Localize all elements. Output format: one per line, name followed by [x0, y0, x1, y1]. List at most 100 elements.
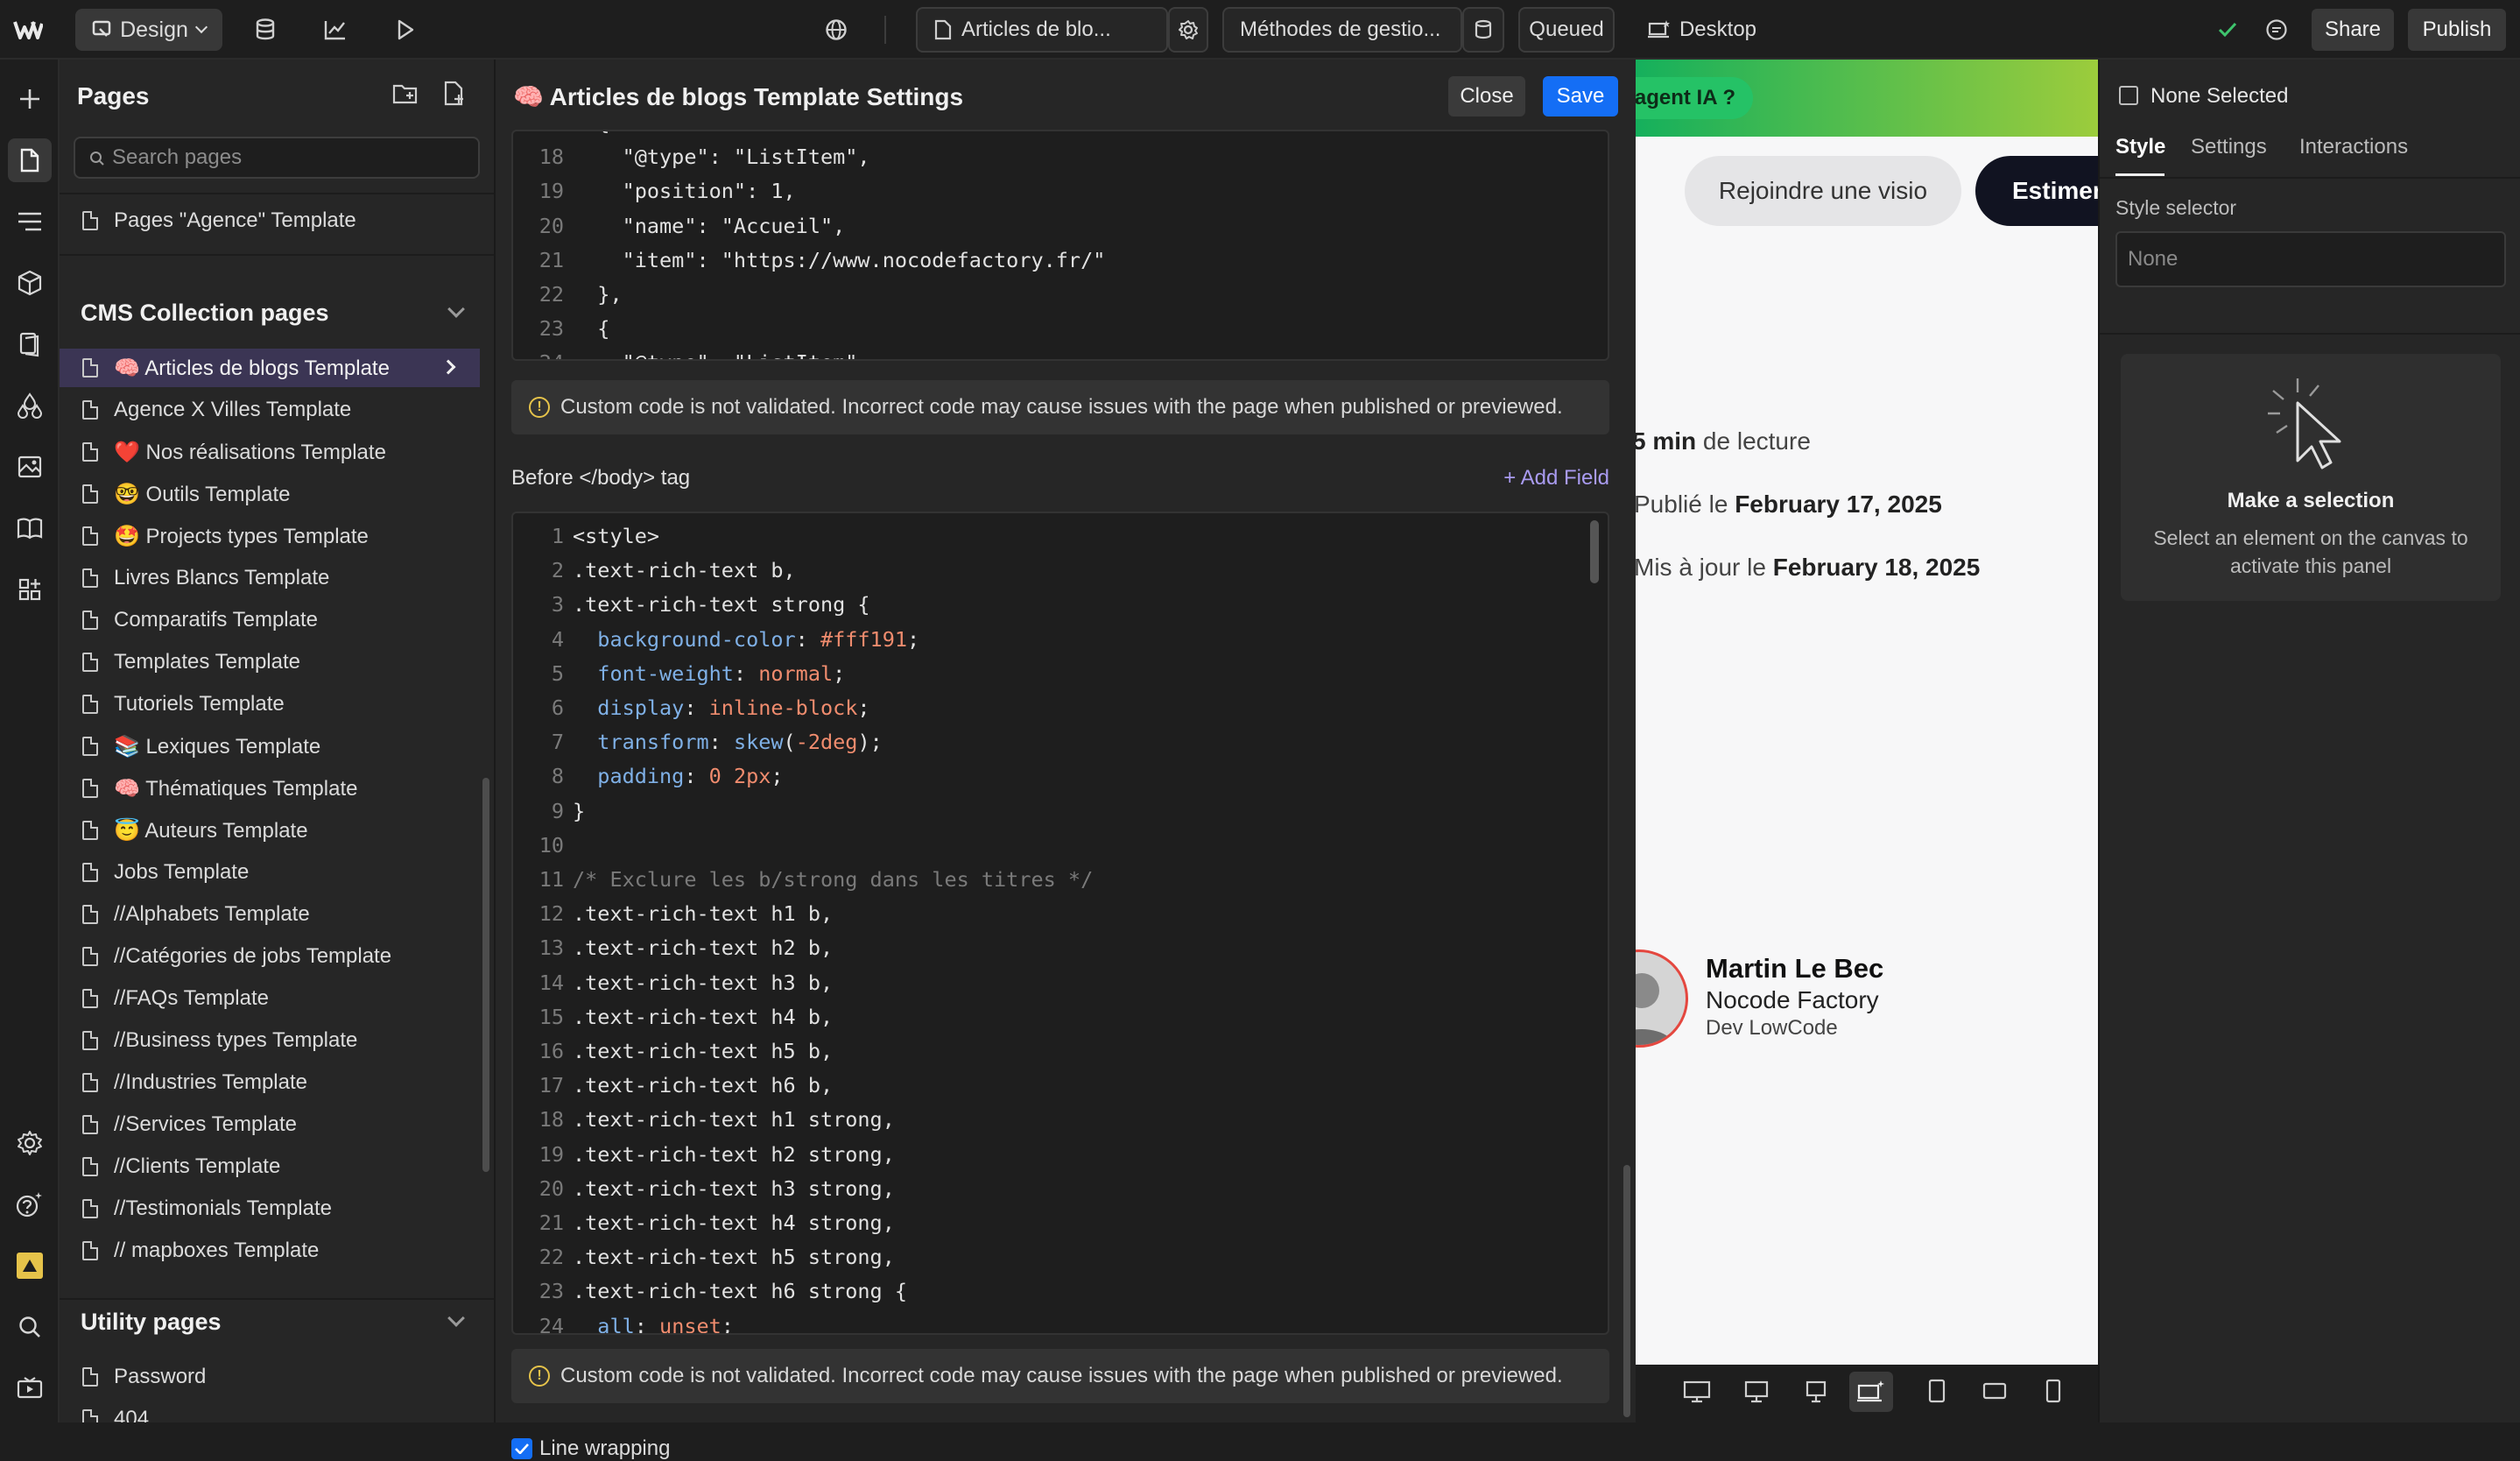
webflow-logo-icon[interactable] — [11, 12, 46, 47]
cms-page-item[interactable]: ❤️ Nos réalisations Template — [60, 433, 480, 471]
cms-collapse-chevron-icon[interactable] — [447, 300, 465, 318]
code-line: 5 font-weight: normal; — [513, 658, 1608, 689]
cms-page-item[interactable]: 🤓 Outils Template — [60, 475, 480, 513]
code-text: "name": "Accueil", — [573, 213, 846, 238]
page-settings-gear-icon[interactable] — [1168, 7, 1208, 53]
cms-database-icon[interactable] — [242, 9, 289, 51]
line-number: 17 — [538, 1073, 564, 1098]
collection-database-icon[interactable] — [1462, 7, 1504, 53]
navigator-icon[interactable] — [8, 200, 52, 244]
cms-page-item[interactable]: // mapboxes Template — [60, 1232, 480, 1270]
create-folder-icon[interactable] — [392, 82, 419, 109]
breakpoint-mobile-portrait-icon[interactable] — [2045, 1379, 2061, 1408]
breakpoint-desktop-xl-icon[interactable] — [1683, 1380, 1711, 1408]
code-line: 18 "@type": "ListItem", — [513, 141, 1608, 173]
cms-page-item[interactable]: 🧠 Thématiques Template — [60, 769, 480, 808]
cms-page-item[interactable]: //Industries Template — [60, 1063, 480, 1102]
estimer-button[interactable]: Estimer — [1975, 156, 2098, 226]
close-button[interactable]: Close — [1448, 76, 1525, 116]
assets-image-icon[interactable] — [8, 445, 52, 489]
promo-banner-pill[interactable]: agent IA ? — [1636, 77, 1753, 119]
cms-page-item-label: Livres Blancs Template — [114, 566, 330, 589]
page-selector[interactable]: Articles de blo... — [916, 7, 1168, 53]
page-doc-icon — [82, 568, 98, 588]
breakpoint-desktop-lg-icon[interactable] — [1744, 1380, 1769, 1408]
cms-page-item[interactable]: Livres Blancs Template — [60, 559, 480, 597]
code-line: 10 — [513, 829, 1608, 861]
video-tutorials-icon[interactable] — [8, 1366, 52, 1410]
none-selected-checkbox[interactable] — [2119, 86, 2138, 105]
cms-page-item[interactable]: //Testimonials Template — [60, 1189, 480, 1228]
comments-icon[interactable] — [2259, 11, 2294, 49]
modal-scrollbar[interactable] — [1623, 1165, 1630, 1417]
cms-page-item[interactable]: //Alphabets Template — [60, 895, 480, 934]
cms-page-item[interactable]: //FAQs Template — [60, 979, 480, 1018]
apps-grid-icon[interactable] — [8, 568, 52, 611]
breakpoint-tablet-icon[interactable] — [1928, 1379, 1946, 1408]
page-item-404[interactable]: 404 — [60, 1400, 480, 1422]
breakpoint-selector[interactable]: Desktop — [1641, 9, 1763, 51]
publish-button[interactable]: Publish — [2408, 9, 2506, 51]
promo-banner[interactable]: agent IA ? — [1636, 60, 2098, 137]
save-button[interactable]: Save — [1543, 76, 1618, 116]
page-item-password[interactable]: Password — [60, 1358, 480, 1396]
body-code-editor[interactable]: 1 <style> 2 .text-rich-text b, 3 .text-rich-t… — [511, 512, 1609, 1335]
share-button[interactable]: Share — [2312, 9, 2394, 51]
cms-page-item[interactable]: Templates Template — [60, 643, 480, 681]
add-elements-icon[interactable] — [8, 77, 52, 121]
add-field-button[interactable]: + Add Field — [1503, 466, 1609, 491]
tab-settings[interactable]: Settings — [2191, 135, 2267, 159]
breakpoint-desktop-md-icon[interactable] — [1806, 1380, 1827, 1408]
cms-page-item[interactable]: 😇 Auteurs Template — [60, 811, 480, 850]
variables-icon[interactable] — [8, 322, 52, 366]
collection-item-selector[interactable]: Méthodes de gestio... — [1222, 7, 1462, 53]
settings-gear-icon[interactable] — [8, 1121, 52, 1165]
code-line: 15 .text-rich-text h4 b, — [513, 1001, 1608, 1033]
tab-style[interactable]: Style — [2115, 135, 2165, 159]
search-icon[interactable] — [8, 1305, 52, 1349]
code-line: 23 .text-rich-text h6 strong { — [513, 1275, 1608, 1307]
cms-page-item[interactable]: 📚 Lexiques Template — [60, 727, 480, 766]
breakpoint-mobile-landscape-icon[interactable] — [1982, 1382, 2007, 1404]
code-editor-scrollbar[interactable] — [1590, 520, 1599, 583]
design-canvas[interactable]: agent IA ? Rejoindre une visio Estimer 5… — [1636, 60, 2098, 1365]
design-mode-button[interactable]: Design — [75, 9, 222, 51]
head-code-editor[interactable]: 17 {18 "@type": "ListItem",19 "position"… — [511, 130, 1609, 361]
code-text: padding: 0 2px; — [597, 764, 784, 789]
breakpoint-desktop-active-icon[interactable] — [1849, 1372, 1893, 1412]
chevron-right-icon[interactable] — [440, 359, 456, 375]
preview-play-icon[interactable] — [382, 9, 429, 51]
cms-page-item[interactable]: 🤩 Projects types Template — [60, 517, 480, 555]
cms-page-item[interactable]: //Services Template — [60, 1105, 480, 1144]
cms-page-item[interactable]: Agence X Villes Template — [60, 391, 480, 429]
cms-page-item[interactable]: 🧠 Articles de blogs Template — [60, 349, 480, 387]
publish-status-label: Queued — [1529, 18, 1604, 41]
globe-icon[interactable] — [813, 9, 860, 51]
pages-scrollbar[interactable] — [482, 778, 489, 1172]
utility-collapse-chevron-icon[interactable] — [447, 1309, 465, 1327]
audit-warning-icon[interactable] — [8, 1244, 52, 1288]
tab-interactions[interactable]: Interactions — [2299, 135, 2408, 159]
line-number: 18 — [538, 145, 564, 170]
help-sparkle-icon[interactable] — [8, 1182, 52, 1226]
cms-page-item[interactable]: //Business types Template — [60, 1021, 480, 1060]
styles-drops-icon[interactable] — [8, 384, 52, 427]
cms-book-icon[interactable] — [8, 506, 52, 550]
code-line: 18 .text-rich-text h1 strong, — [513, 1104, 1608, 1135]
cms-page-item[interactable]: Jobs Template — [60, 853, 480, 892]
components-cube-icon[interactable] — [8, 261, 52, 305]
publish-status-badge[interactable]: Queued — [1518, 7, 1615, 53]
visio-button[interactable]: Rejoindre une visio — [1685, 156, 1961, 226]
pages-icon[interactable] — [8, 138, 52, 182]
cms-page-item[interactable]: //Catégories de jobs Template — [60, 937, 480, 976]
line-wrapping-checkbox[interactable] — [511, 1438, 532, 1459]
cms-page-item[interactable]: //Clients Template — [60, 1147, 480, 1186]
cms-page-item[interactable]: Tutoriels Template — [60, 685, 480, 723]
page-item-agence-template[interactable]: Pages "Agence" Template — [60, 201, 480, 240]
search-pages-input[interactable]: Search pages — [74, 137, 480, 179]
cms-page-item[interactable]: Comparatifs Template — [60, 601, 480, 639]
style-selector-input[interactable]: None — [2115, 231, 2506, 287]
code-line: 22 .text-rich-text h5 strong, — [513, 1241, 1608, 1273]
analytics-icon[interactable] — [312, 9, 359, 51]
create-page-icon[interactable] — [443, 81, 466, 111]
